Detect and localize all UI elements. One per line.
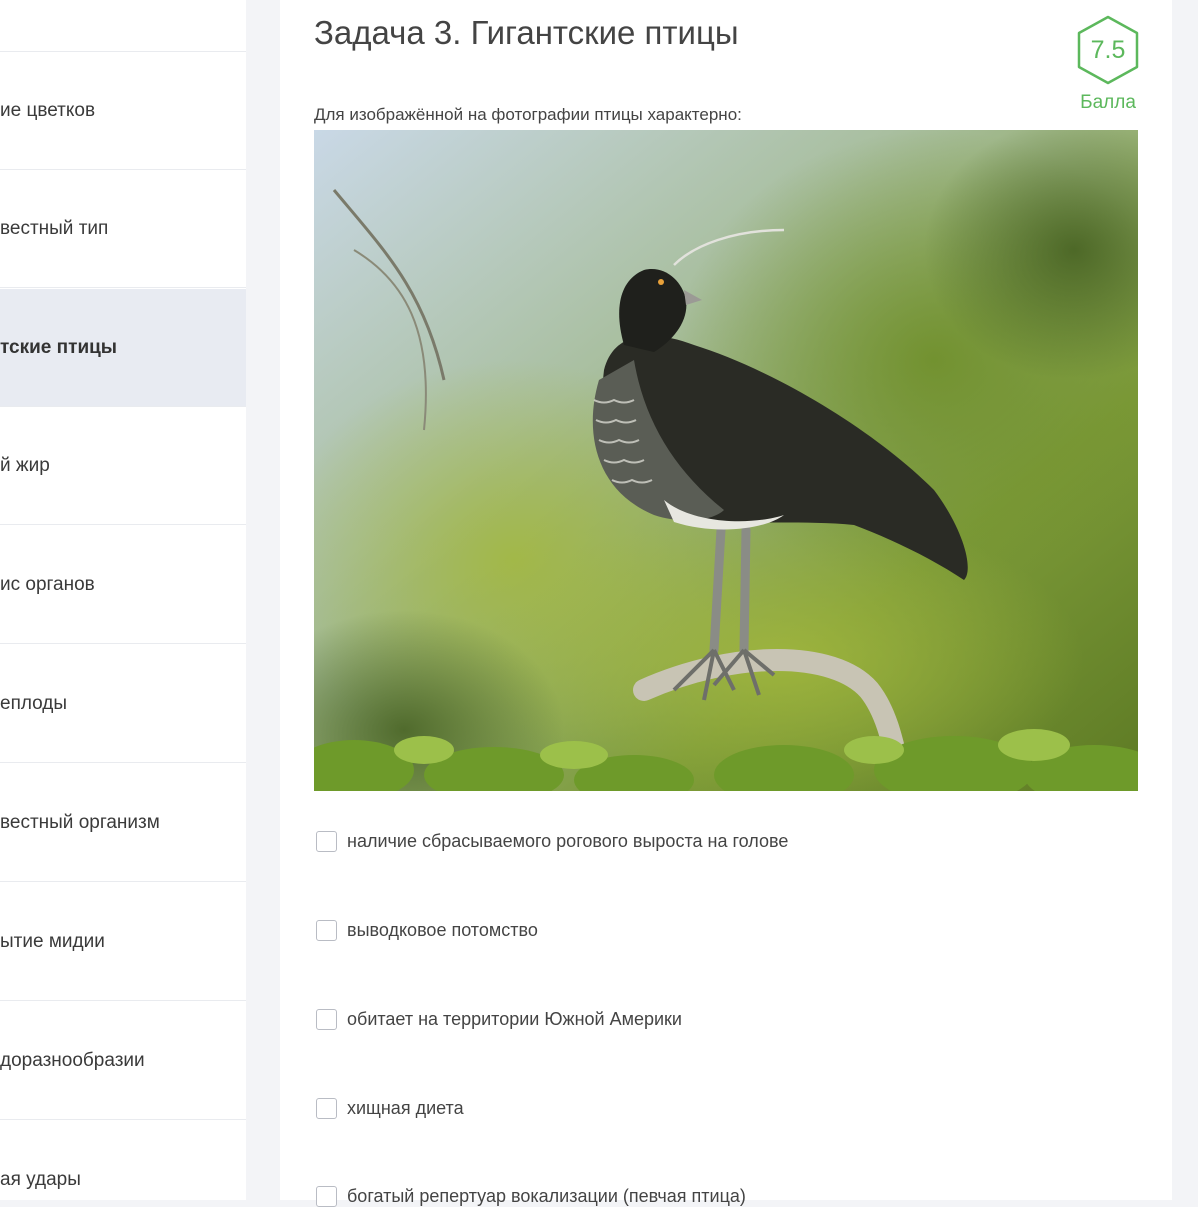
option-predatory-diet[interactable]: хищная диета bbox=[316, 1098, 464, 1119]
bird-photo bbox=[314, 130, 1138, 791]
option-label: богатый репертуар вокализации (певчая пт… bbox=[347, 1186, 746, 1206]
sidebar-item-label: ие цветков bbox=[0, 99, 96, 121]
option-horn[interactable]: наличие сбрасываемого рогового выроста н… bbox=[316, 831, 788, 852]
sidebar-item-task-4[interactable]: й жир bbox=[0, 407, 246, 525]
sidebar-item-task-5[interactable]: ис органов bbox=[0, 526, 246, 644]
score-label: Балла bbox=[1080, 92, 1136, 113]
sidebar-item-task-6[interactable]: еплоды bbox=[0, 645, 246, 763]
sidebar-item-task-2[interactable]: вестный тип bbox=[0, 170, 246, 288]
sidebar-item-task-9[interactable]: доразнообразии bbox=[0, 1002, 246, 1120]
sidebar-item-label: ытие мидии bbox=[0, 930, 105, 952]
task-panel: Задача 3. Гигантские птицы 7.5 Балла Для… bbox=[280, 0, 1172, 1207]
sidebar-item-task-8[interactable]: ытие мидии bbox=[0, 883, 246, 1001]
sidebar-item-task-7[interactable]: вестный организм bbox=[0, 764, 246, 882]
sidebar-item-label: еплоды bbox=[0, 692, 68, 714]
sidebar-item-label: ая удары bbox=[0, 1168, 81, 1190]
sidebar-item-task-1[interactable]: ие цветков bbox=[0, 52, 246, 170]
checkbox[interactable] bbox=[316, 1009, 337, 1030]
checkbox[interactable] bbox=[316, 920, 337, 941]
option-label: наличие сбрасываемого рогового выроста н… bbox=[347, 831, 789, 851]
score-value: 7.5 bbox=[1090, 36, 1126, 64]
sidebar-item-label: доразнообразии bbox=[0, 1049, 145, 1071]
option-label: обитает на территории Южной Америки bbox=[347, 1009, 682, 1029]
bird-image bbox=[314, 130, 1138, 791]
checkbox[interactable] bbox=[316, 1098, 337, 1119]
sidebar-item-label: вестный тип bbox=[0, 217, 109, 239]
checkbox[interactable] bbox=[316, 831, 337, 852]
option-south-america[interactable]: обитает на территории Южной Америки bbox=[316, 1009, 682, 1030]
sidebar-item-label: тские птицы bbox=[0, 336, 118, 358]
sidebar: ие цветков вестный тип тские птицы й жир… bbox=[0, 0, 246, 1200]
option-label: хищная диета bbox=[347, 1098, 464, 1118]
sidebar-item-label: вестный организм bbox=[0, 811, 160, 833]
sidebar-item-task-3[interactable]: тские птицы bbox=[0, 289, 246, 407]
task-title: Задача 3. Гигантские птицы bbox=[314, 14, 739, 51]
sidebar-item-label: ис органов bbox=[0, 573, 95, 595]
option-label: выводковое потомство bbox=[347, 920, 538, 940]
question-prompt: Для изображённой на фотографии птицы хар… bbox=[314, 105, 742, 124]
sidebar-header bbox=[0, 0, 246, 52]
sidebar-item-label: й жир bbox=[0, 454, 50, 476]
score-badge: 7.5 Балла bbox=[1072, 14, 1144, 114]
sidebar-item-task-10[interactable]: ая удары bbox=[0, 1121, 246, 1200]
option-songbird[interactable]: богатый репертуар вокализации (певчая пт… bbox=[316, 1186, 746, 1207]
checkbox[interactable] bbox=[316, 1186, 337, 1207]
option-precocial[interactable]: выводковое потомство bbox=[316, 920, 538, 941]
